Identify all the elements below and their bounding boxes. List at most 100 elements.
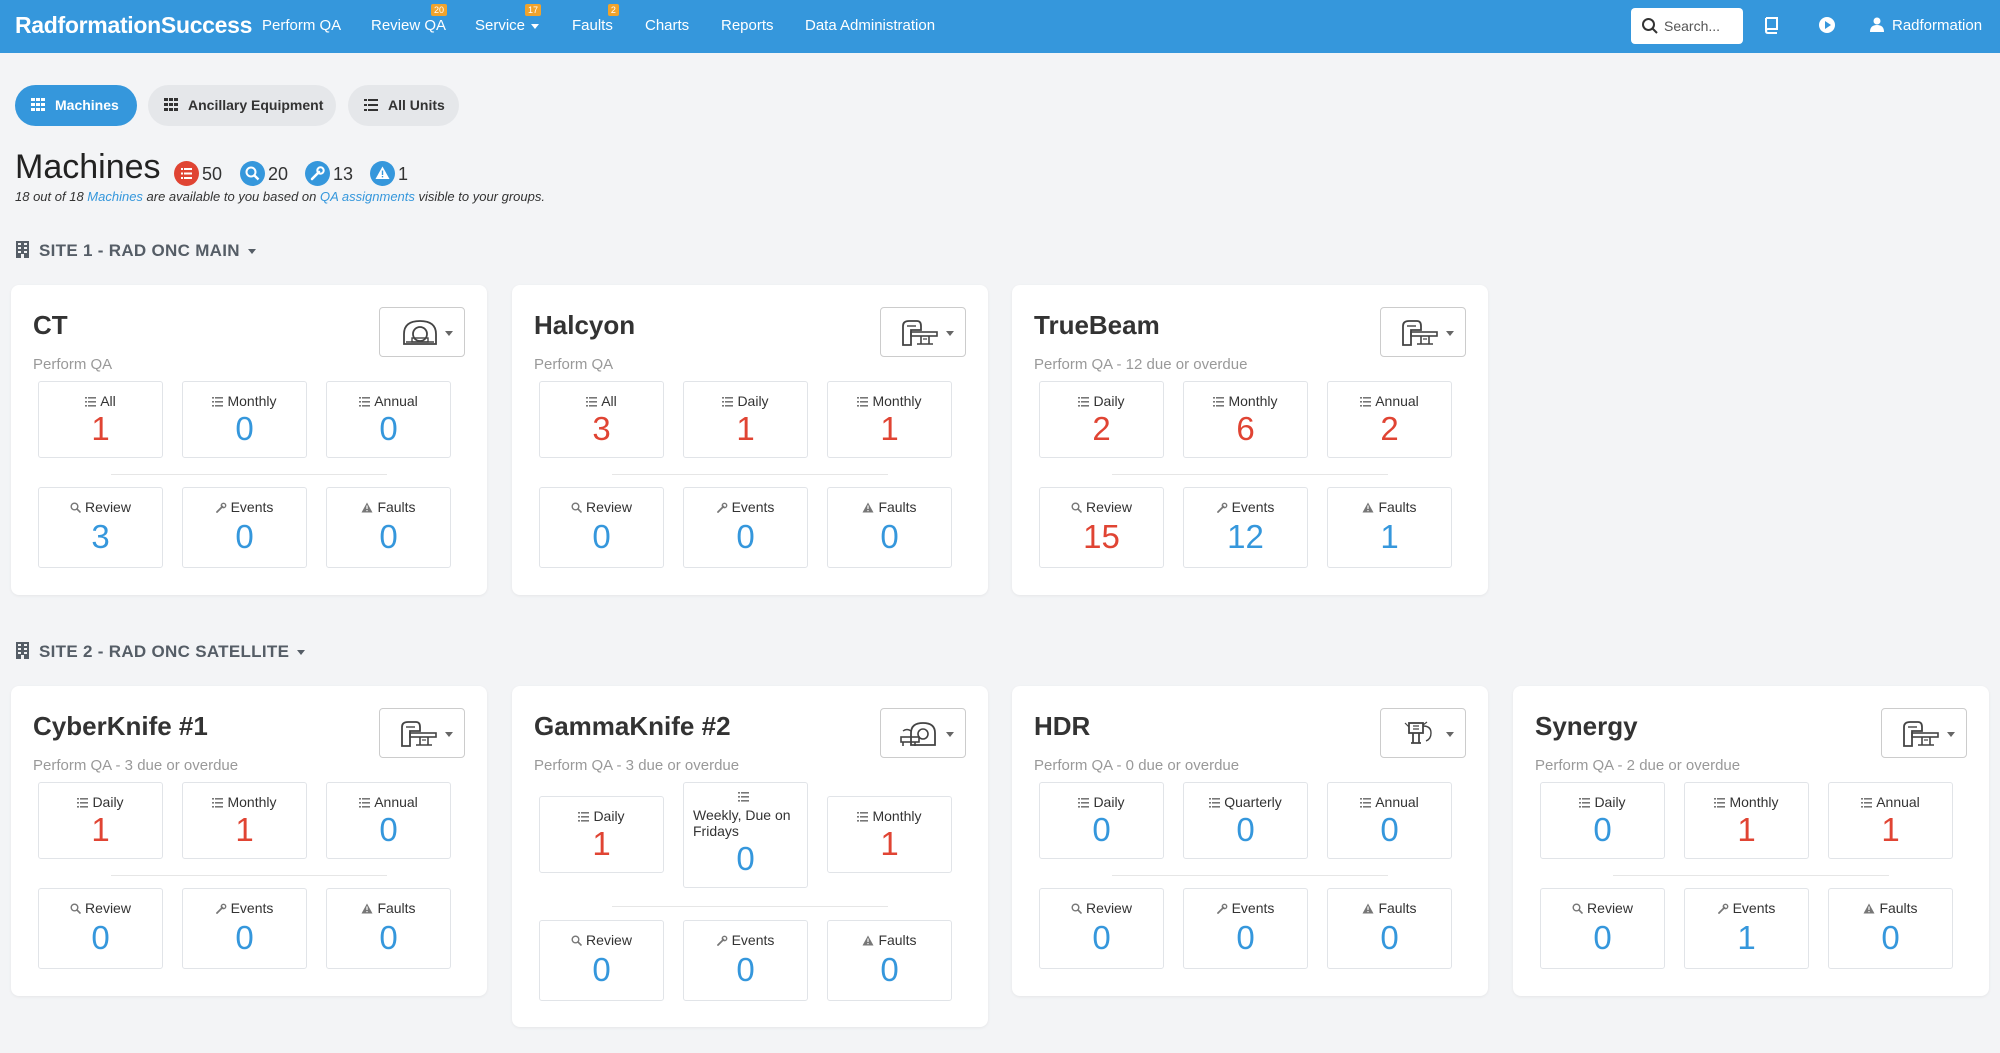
qa-frequency-tile[interactable]: Monthly 6: [1183, 381, 1308, 458]
stat-count: 0: [1593, 919, 1612, 956]
stat-tile-review[interactable]: Review 0: [1039, 888, 1164, 969]
qa-frequency-tile[interactable]: Annual 0: [326, 381, 451, 458]
stat-tile-faults[interactable]: Faults 1: [1327, 487, 1452, 568]
list-icon: [578, 812, 590, 822]
stat-tile-review[interactable]: Review 0: [38, 888, 163, 969]
machine-type-dropdown[interactable]: [379, 307, 465, 357]
stat-tile-events[interactable]: Events 0: [182, 487, 307, 568]
machine-type-dropdown[interactable]: [1881, 708, 1967, 758]
stat-tile-events[interactable]: Events 0: [683, 920, 808, 1001]
qa-frequency-tile[interactable]: Monthly 1: [182, 782, 307, 859]
machine-name[interactable]: CT: [33, 310, 68, 341]
nav-perform-qa[interactable]: Perform QA: [262, 17, 341, 34]
qa-frequency-tile[interactable]: Monthly 1: [827, 381, 952, 458]
qa-frequency-tile[interactable]: Daily 0: [1039, 782, 1164, 859]
search-icon: [1572, 903, 1584, 915]
stat-tile-faults[interactable]: Faults 0: [1327, 888, 1452, 969]
qa-frequency-tile[interactable]: Annual 0: [1327, 782, 1452, 859]
site-header-1[interactable]: SITE 1 - RAD ONC MAIN: [16, 241, 256, 261]
stat-tile-review[interactable]: Review 0: [539, 920, 664, 1001]
qa-assignments-link[interactable]: QA assignments: [320, 189, 415, 204]
machine-name[interactable]: HDR: [1034, 711, 1090, 742]
stat-tile-events[interactable]: Events 0: [1183, 888, 1308, 969]
nav-data-administration[interactable]: Data Administration: [805, 17, 935, 34]
qa-frequency-tile[interactable]: Daily 1: [38, 782, 163, 859]
machine-type-dropdown[interactable]: [880, 708, 966, 758]
qa-frequency-tile[interactable]: Monthly 0: [182, 381, 307, 458]
divider: [1613, 875, 1889, 876]
machine-qa-status[interactable]: Perform QA: [534, 356, 613, 373]
warning-icon: [1362, 903, 1374, 914]
qa-frequency-tile[interactable]: Daily 1: [539, 796, 664, 873]
machine-name[interactable]: Synergy: [1535, 711, 1638, 742]
machine-type-dropdown[interactable]: [880, 307, 966, 357]
machine-card-gammaknife-2: GammaKnife #2 Perform QA - 3 due or overd…: [512, 686, 988, 1027]
book-icon[interactable]: [1763, 16, 1780, 34]
stat-tile-faults[interactable]: Faults 0: [827, 920, 952, 1001]
qa-frequency-tile[interactable]: Daily 2: [1039, 381, 1164, 458]
user-menu[interactable]: Radformation: [1870, 17, 1982, 34]
nav-faults[interactable]: Faults 2: [572, 4, 619, 34]
qa-frequency-tile[interactable]: Quarterly 0: [1183, 782, 1308, 859]
brand-logo[interactable]: RadformationSuccess: [15, 12, 252, 39]
stat-tile-review[interactable]: Review 15: [1039, 487, 1164, 568]
qa-frequency-tile[interactable]: Daily 1: [683, 381, 808, 458]
qa-frequency-tile[interactable]: All 1: [38, 381, 163, 458]
stat-tile-faults[interactable]: Faults 0: [827, 487, 952, 568]
stat-tile-events[interactable]: Events 12: [1183, 487, 1308, 568]
stat-tile-review[interactable]: Review 3: [38, 487, 163, 568]
stat-tile-events[interactable]: Events 0: [182, 888, 307, 969]
stat-tile-events[interactable]: Events 0: [683, 487, 808, 568]
stat-count: 12: [1227, 518, 1264, 555]
tab-ancillary-equipment[interactable]: Ancillary Equipment: [148, 85, 336, 126]
search-input[interactable]: Search...: [1631, 8, 1743, 44]
linac-icon: [1402, 320, 1438, 346]
qa-frequency-tile[interactable]: Annual 0: [326, 782, 451, 859]
stat-tile-review[interactable]: Review 0: [1540, 888, 1665, 969]
warning-icon: [862, 502, 874, 513]
nav-review-qa[interactable]: Review QA 20: [371, 4, 448, 34]
machine-type-dropdown[interactable]: [1380, 708, 1466, 758]
nav-reports[interactable]: Reports: [721, 17, 774, 34]
linac-icon: [902, 320, 938, 346]
qa-frequency-tile[interactable]: Daily 0: [1540, 782, 1665, 859]
stat-events[interactable]: 13: [305, 161, 353, 186]
machine-name[interactable]: CyberKnife #1: [33, 711, 208, 742]
nav-service[interactable]: Service 17: [475, 4, 542, 34]
stat-tile-faults[interactable]: Faults 0: [1828, 888, 1953, 969]
machine-qa-status[interactable]: Perform QA - 3 due or overdue: [33, 757, 238, 774]
stat-tile-events[interactable]: Events 1: [1684, 888, 1809, 969]
stat-tile-faults[interactable]: Faults 0: [326, 487, 451, 568]
machine-qa-status[interactable]: Perform QA - 0 due or overdue: [1034, 757, 1239, 774]
machine-type-dropdown[interactable]: [379, 708, 465, 758]
stat-tile-review[interactable]: Review 0: [539, 487, 664, 568]
stat-qa-total[interactable]: 50: [174, 161, 222, 186]
machine-type-dropdown[interactable]: [1380, 307, 1466, 357]
play-icon[interactable]: [1818, 16, 1836, 34]
qa-frequency-tile[interactable]: Monthly 1: [827, 796, 952, 873]
machine-name[interactable]: TrueBeam: [1034, 310, 1160, 341]
qa-frequency-tile[interactable]: Annual 1: [1828, 782, 1953, 859]
stat-review[interactable]: 20: [240, 161, 288, 186]
stat-count: 0: [1092, 919, 1111, 956]
machine-qa-status[interactable]: Perform QA - 3 due or overdue: [534, 757, 739, 774]
qa-frequency-tile[interactable]: Weekly, Due on Fridays 0: [683, 782, 808, 888]
machine-qa-status[interactable]: Perform QA: [33, 356, 112, 373]
machines-link[interactable]: Machines: [87, 189, 143, 204]
qa-count: 1: [91, 811, 110, 848]
stat-tile-faults[interactable]: Faults 0: [326, 888, 451, 969]
site-header-2[interactable]: SITE 2 - RAD ONC SATELLITE: [16, 642, 306, 662]
qa-frequency-tile[interactable]: Annual 2: [1327, 381, 1452, 458]
tab-all-units[interactable]: All Units: [348, 85, 459, 126]
qa-frequency-tile[interactable]: Monthly 1: [1684, 782, 1809, 859]
nav-charts[interactable]: Charts: [645, 17, 689, 34]
machine-qa-status[interactable]: Perform QA - 12 due or overdue: [1034, 356, 1247, 373]
tab-machines[interactable]: Machines: [15, 85, 137, 126]
availability-note: 18 out of 18 Machines are available to y…: [15, 189, 545, 204]
machine-qa-status[interactable]: Perform QA - 2 due or overdue: [1535, 757, 1740, 774]
qa-frequency-tile[interactable]: All 3: [539, 381, 664, 458]
stat-faults[interactable]: 1: [370, 161, 408, 186]
stat-count: 0: [736, 951, 755, 988]
machine-name[interactable]: GammaKnife #2: [534, 711, 731, 742]
machine-name[interactable]: Halcyon: [534, 310, 635, 341]
